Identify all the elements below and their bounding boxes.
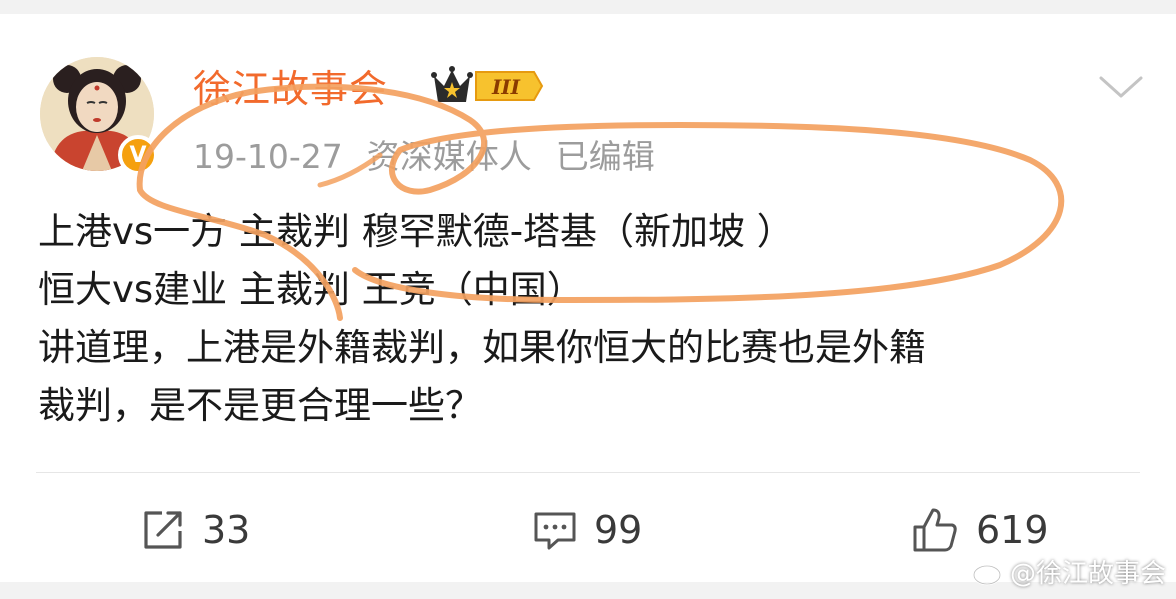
crown-level-icon: III xyxy=(431,66,544,102)
weibo-logo-icon xyxy=(972,560,1005,585)
like-icon xyxy=(913,508,957,552)
watermark: @徐江故事会 xyxy=(972,553,1166,590)
chevron-down-icon[interactable] xyxy=(1096,72,1146,102)
username[interactable]: 徐江故事会 xyxy=(193,58,388,113)
repost-button[interactable]: 33 xyxy=(140,505,250,555)
watermark-text: @徐江故事会 xyxy=(1009,559,1166,589)
post-date: 19-10-27 xyxy=(193,137,343,176)
post-line: 上港vs一方 主裁判 穆罕默德-塔基（新加坡 ） xyxy=(38,210,794,253)
post-meta: 19-10-27 资深媒体人 已编辑 xyxy=(193,130,679,178)
post-line: 裁判，是不是更合理一些？ xyxy=(38,384,482,427)
repost-count: 33 xyxy=(202,508,251,552)
post-source: 资深媒体人 xyxy=(366,137,532,176)
level-badge: III xyxy=(491,75,521,99)
comment-count: 99 xyxy=(594,508,643,552)
divider xyxy=(36,472,1140,473)
post-line: 恒大vs建业 主裁判 王竞（中国） xyxy=(38,268,584,311)
like-button[interactable]: 619 xyxy=(910,505,1049,555)
comment-icon xyxy=(534,512,576,550)
like-count: 619 xyxy=(976,508,1049,552)
repost-icon xyxy=(144,511,182,549)
post-line: 讲道理，上港是外籍裁判，如果你恒大的比赛也是外籍 xyxy=(38,326,926,369)
edited-label[interactable]: 已编辑 xyxy=(556,137,655,176)
comment-button[interactable]: 99 xyxy=(532,505,642,555)
verified-badge-icon: V xyxy=(118,135,158,175)
post-body: 上港vs一方 主裁判 穆罕默德-塔基（新加坡 ） 恒大vs建业 主裁判 王竞（中… xyxy=(38,203,1138,435)
